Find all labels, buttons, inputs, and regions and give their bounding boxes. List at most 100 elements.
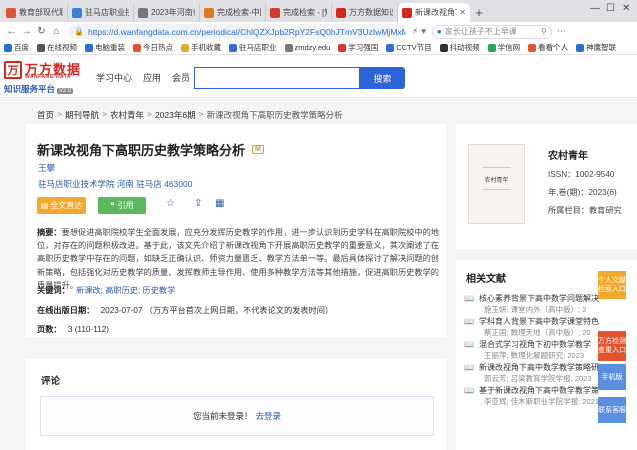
bookmark-item[interactable]: 驻马店职业 [229,42,277,53]
bookmark-item[interactable]: 看看个人 [528,42,568,53]
breadcrumb-journal-nav[interactable]: 期刊导航 [65,109,99,121]
breadcrumb-issue[interactable]: 2023年6期 [155,109,196,121]
related-item[interactable]: 📖 基于新课改视角下高中数学教学策略 [464,385,599,396]
document-icon: ▤ [40,201,49,210]
browser-tab[interactable]: 新课改视角下✕ [398,3,470,22]
browser-tab[interactable]: 万方数据知识服 [332,3,398,22]
pubdate-value: 2023-07-07 （万方平台首次上网日期，不代表论文的发表时间） [100,306,334,315]
keyword-link[interactable]: 高职历史 [105,286,138,295]
quote-icon: ❝ [110,201,115,210]
breadcrumb-journal[interactable]: 农村青年 [110,109,144,121]
article-organization[interactable]: 驻马店职业技术学院 河南 驻马店 463000 [38,178,192,190]
breadcrumb-home[interactable]: 首页 [37,109,54,121]
browser-tab[interactable]: 2023年河南省 [134,3,200,22]
tab-label: 新课改视角下 [415,8,457,17]
logo-en: WANFANG DATA [25,74,72,80]
breadcrumb-current: 新课改视角下高职历史教学策略分析 [206,110,343,120]
bookmark-item[interactable]: 学信网 [487,42,521,53]
keyword-link[interactable]: 新课改 [76,286,101,295]
qrcode-icon[interactable]: ▦ [215,198,224,209]
book-icon: 📖 [464,340,474,349]
new-tab-button[interactable]: + [470,3,488,22]
article-title: 新课改视角下高职历史教学策略分析 M [37,140,264,159]
bookmark-icon [284,43,293,52]
keyword-link[interactable]: 历史教学 [143,286,176,295]
page-count: 页数： 3 (110-112) [37,323,109,335]
browser-tab[interactable]: 完成检索-中国 [200,3,266,22]
journal-year-issue: 年,卷(期)：2023(6) [548,188,617,197]
wanfang-logo[interactable]: 万 万方数据 WANFANG DATA 知识服务平台 V2.0 [4,59,84,94]
browser-tab[interactable]: 完成检索 - [知 [266,3,332,22]
cite-button[interactable]: ❝ 引用 [98,197,146,214]
site-search-input[interactable] [194,67,360,89]
bookmark-item[interactable]: CCTV节目 [386,42,432,53]
browser-tab[interactable]: 驻马店职业技 [68,3,134,22]
related-item[interactable]: 📖 混合式学习视角下初中数学教学 [464,339,599,350]
pages-label: 页数： [37,325,62,334]
breadcrumb-sep: > [57,109,62,119]
bookmark-item[interactable]: 在线视频 [37,42,77,53]
bookmark-item[interactable]: 神鹰智联 [576,42,616,53]
book-icon: 📖 [464,294,474,303]
forward-icon[interactable]: → [19,26,34,37]
site-search-button[interactable]: 搜索 [360,67,405,89]
bookmark-icon [487,43,496,52]
browser-search-field[interactable]: ● 家长让孩子不上早课 ⚲ [431,24,552,39]
bolt-icon[interactable]: ⚡ [412,26,418,37]
book-icon: 📖 [464,317,474,326]
side-widget-button[interactable]: 手机版 [598,364,626,390]
journal-name[interactable]: 农村青年 [548,147,588,162]
share-icon[interactable]: ⇪ [194,198,202,209]
bookmark-item[interactable]: 今日热点 [133,42,173,53]
bookmark-item[interactable]: 抖动视频 [439,42,480,53]
related-item-source: 王丽萍; 数理化解题研究; 2023 [484,351,585,360]
close-window-icon[interactable]: ✕ [622,3,630,14]
bookmark-icon [528,43,537,52]
bookmark-item[interactable]: zmdzy.edu [284,43,330,52]
bookmark-item[interactable]: 百度 [4,42,29,53]
tab-favicon-icon [138,7,148,18]
home-icon[interactable]: ⌂ [49,26,64,37]
back-icon[interactable]: ← [4,26,19,37]
journal-issn: ISSN：1002-9540 [548,170,615,179]
minimize-icon[interactable]: — [590,3,600,14]
breadcrumb-sep: > [146,109,152,119]
abstract-label: 摘要： [37,228,62,237]
bookmark-label: 学信网 [497,43,521,52]
star-icon[interactable]: ☆ [166,198,175,209]
login-link[interactable]: 去登录 [256,410,282,422]
bookmark-label: 神鹰智联 [586,43,617,52]
bookmark-label: CCTV节目 [396,43,432,52]
browser-tab[interactable]: 教育部现代职 [2,3,68,22]
nav-membership[interactable]: 会员 [172,71,190,84]
related-item[interactable]: 📖 核心素养背景下高中数学问题解决式教学 [464,293,599,304]
side-widget-button[interactable]: 联系客服 [598,397,626,423]
chevron-down-icon[interactable]: ▾ [421,26,426,37]
close-tab-icon[interactable]: ✕ [459,8,466,17]
related-item-source: 李亚辉; 佳木斯职业学院学报; 2021 [484,397,600,406]
nav-apps[interactable]: 应用 [143,71,161,84]
article-author[interactable]: 王攀 [38,162,55,174]
related-item[interactable]: 📖 学科育人背景下高中数学课堂特色 [464,316,599,327]
bookmark-icon [386,43,395,52]
url-field[interactable]: 🔒 https://d.wanfangdata.com.cn/periodica… [68,24,406,39]
related-item[interactable]: 📖 新课改视角下高中数学教学策略研究 [464,362,599,373]
nav-learning-center[interactable]: 学习中心 [96,71,132,84]
tab-favicon-icon [6,7,16,18]
bookmark-icon [439,43,448,52]
side-widget-button[interactable]: 个人文献检索入口 [598,271,626,299]
browser-search-text: 家长让孩子不上早课 [444,27,517,36]
tab-strip: 教育部现代职 驻马店职业技 2023年河南省 完成检索-中国 完成检索 - [知 万方数据… [2,3,470,22]
bookmark-item[interactable]: 手机收藏 [181,42,221,53]
journal-cover[interactable]: 农村青年 [468,144,525,224]
bookmark-item[interactable]: 电脑重装 [85,42,125,53]
extensions-icon[interactable]: ⋯ [557,26,566,37]
side-widget-button[interactable]: 万方检测查重入口 [598,331,626,361]
bookmark-icon [576,43,585,52]
fulltext-button[interactable]: ▤ 全文直达 [37,197,86,214]
maximize-icon[interactable]: ☐ [606,3,615,14]
search-icon[interactable]: ⚲ [541,27,547,36]
related-item-source: 郭云芳; 吕梁教育学院学报; 2023 [484,374,592,383]
reload-icon[interactable]: ↻ [34,26,49,37]
bookmark-item[interactable]: 学习强国 [338,42,378,53]
